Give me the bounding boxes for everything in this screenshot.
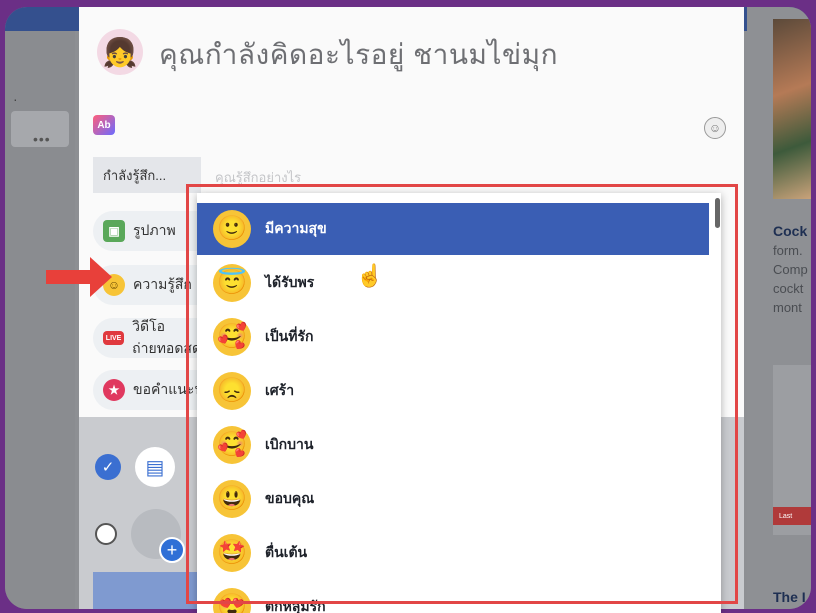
- user-avatar: 👧: [97, 29, 143, 75]
- story-avatar[interactable]: +: [131, 509, 185, 563]
- add-icon: +: [159, 537, 185, 563]
- story-row: +: [95, 509, 185, 563]
- live-icon: LIVE: [103, 331, 125, 345]
- ad-text-line: mont: [773, 300, 802, 315]
- more-options-icon[interactable]: •••: [33, 131, 51, 147]
- news-feed-row: ✓ ▤: [95, 447, 175, 487]
- photo-icon: ▣: [103, 220, 125, 242]
- text-style-icon[interactable]: Ab: [93, 115, 115, 135]
- ad-text-line: cockt: [773, 281, 804, 296]
- feeling-label: กำลังรู้สึก...: [93, 157, 201, 193]
- checkmark-icon[interactable]: ✓: [95, 454, 121, 480]
- composer-prompt[interactable]: คุณกำลังคิดอะไรอยู่ ชานมไข่มุก: [159, 33, 558, 77]
- option-label: ความรู้สึก: [133, 276, 192, 292]
- news-feed-icon[interactable]: ▤: [135, 447, 175, 487]
- highlight-box: [186, 184, 738, 604]
- ad-text-line: form.: [773, 243, 803, 258]
- right-column: Cock form. Comp cockt mont Last The I: [747, 7, 811, 609]
- hand-cursor-icon: ☝: [356, 263, 384, 288]
- story-radio[interactable]: [95, 523, 117, 545]
- option-label: รูปภาพ: [133, 222, 176, 238]
- recommend-icon: ★: [103, 379, 125, 401]
- ad-button[interactable]: Last: [773, 507, 811, 525]
- left-marker: ·: [13, 91, 18, 107]
- ad-text-line: Comp: [773, 262, 808, 277]
- ad-title-2[interactable]: The I: [773, 589, 806, 605]
- ad-image[interactable]: [773, 19, 811, 199]
- emoji-picker-icon[interactable]: ☺: [704, 117, 726, 139]
- ad-title[interactable]: Cock: [773, 223, 807, 239]
- left-column: · •••: [5, 31, 75, 609]
- red-arrow-head: [90, 257, 112, 297]
